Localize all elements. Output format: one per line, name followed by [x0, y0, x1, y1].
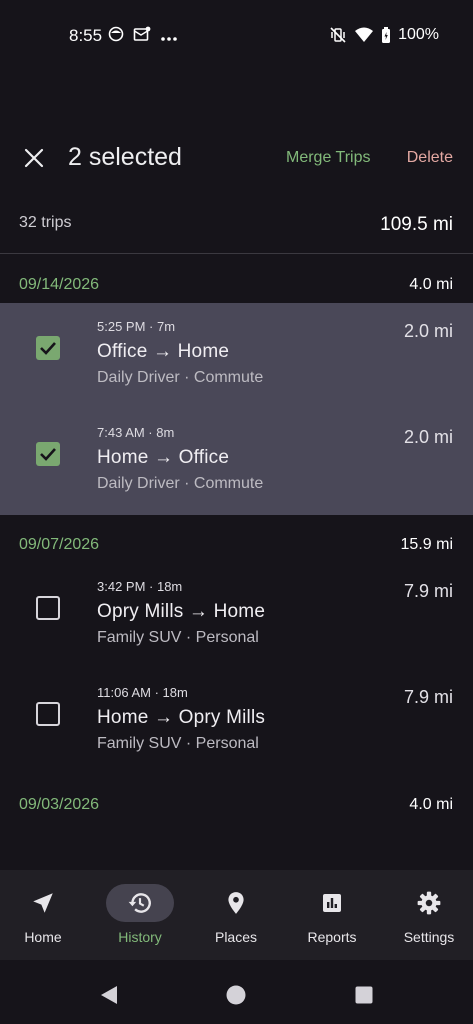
trip-route: Home → Office	[97, 447, 230, 468]
trip-checkbox[interactable]	[36, 336, 60, 360]
recents-square-icon[interactable]	[355, 986, 373, 1004]
trip-time: 3:42 PM · 18m	[97, 579, 183, 594]
trips-summary: 32 trips 109.5 mi	[0, 206, 473, 254]
date-total-miles: 15.9 mi	[400, 536, 453, 553]
trip-miles: 7.9 mi	[403, 687, 453, 707]
close-icon	[24, 148, 44, 168]
date-header: 09/03/2026 4.0 mi	[0, 782, 473, 830]
history-icon	[128, 893, 151, 913]
merge-trips-button[interactable]: Merge Trips	[286, 149, 370, 167]
face-icon	[108, 26, 124, 42]
trip-checkbox[interactable]	[36, 596, 60, 620]
nav-reports[interactable]: Reports	[285, 870, 379, 960]
total-miles: 109.5 mi	[380, 214, 453, 235]
date-total-miles: 4.0 mi	[409, 276, 453, 293]
system-navigation-bar	[0, 960, 473, 1024]
battery-percent: 100%	[398, 26, 439, 43]
status-notification-icons	[108, 26, 178, 42]
date-total-miles: 4.0 mi	[409, 796, 453, 813]
bar-chart-icon	[323, 894, 341, 912]
trip-route: Home → Opry Mills	[97, 707, 266, 728]
nav-home[interactable]: Home	[0, 870, 90, 960]
close-selection-button[interactable]	[18, 142, 50, 174]
trip-time: 5:25 PM · 7m	[97, 319, 176, 334]
date-label: 09/03/2026	[19, 796, 100, 813]
bottom-navigation: Home History Places Reports Settings	[0, 870, 473, 960]
nav-icon-container	[9, 884, 77, 922]
trip-row[interactable]: 7:43 AM · 8m Home → Office Daily Driver …	[0, 409, 473, 515]
trip-vehicle-category: Family SUV · Personal	[97, 735, 259, 752]
back-icon[interactable]	[99, 985, 119, 1005]
check-icon	[40, 342, 56, 355]
nav-label: Places	[214, 929, 258, 945]
mail-icon	[133, 26, 151, 41]
trip-row[interactable]: 3:42 PM · 18m Opry Mills → Home Family S…	[0, 563, 473, 669]
trip-vehicle-category: Daily Driver · Commute	[97, 369, 264, 386]
nav-icon-container	[298, 884, 366, 922]
trip-miles: 2.0 mi	[403, 321, 453, 341]
selected-count-title: 2 selected	[68, 143, 182, 171]
wifi-icon	[355, 27, 374, 42]
trip-checkbox[interactable]	[36, 442, 60, 466]
date-label: 09/07/2026	[19, 536, 100, 553]
home-circle-icon[interactable]	[226, 985, 246, 1005]
nav-icon-container	[202, 884, 270, 922]
trip-vehicle-category: Family SUV · Personal	[97, 629, 259, 646]
delete-button[interactable]: Delete	[407, 149, 453, 167]
battery-icon	[382, 27, 391, 43]
trip-miles: 2.0 mi	[403, 427, 453, 447]
trip-row[interactable]: 5:25 PM · 7m Office → Home Daily Driver …	[0, 303, 473, 409]
status-bar: 8:55 100%	[0, 0, 473, 72]
nav-settings[interactable]: Settings	[382, 870, 473, 960]
trip-vehicle-category: Daily Driver · Commute	[97, 475, 264, 492]
check-icon	[40, 448, 56, 461]
vibrate-off-icon	[330, 27, 346, 43]
trip-checkbox[interactable]	[36, 702, 60, 726]
trip-time: 7:43 AM · 8m	[97, 425, 175, 440]
nav-label: History	[118, 929, 162, 945]
nav-places[interactable]: Places	[189, 870, 283, 960]
nav-label: Settings	[403, 929, 455, 945]
selection-app-bar: 2 selected Merge Trips Delete	[0, 130, 473, 186]
nav-icon-container	[395, 884, 463, 922]
nav-history[interactable]: History	[93, 870, 187, 960]
trip-row[interactable]: 11:06 AM · 18m Home → Opry Mills Family …	[0, 669, 473, 775]
nav-label: Home	[24, 929, 62, 945]
trip-route: Opry Mills → Home	[97, 601, 266, 622]
trip-count: 32 trips	[19, 214, 72, 231]
location-pin-icon	[228, 892, 244, 914]
date-label: 09/14/2026	[19, 276, 100, 293]
nav-icon-container	[106, 884, 174, 922]
trip-time: 11:06 AM · 18m	[97, 685, 188, 700]
trip-route: Office → Home	[97, 341, 230, 362]
gear-icon	[417, 891, 441, 915]
status-system-icons: 100%	[329, 26, 439, 44]
navigation-arrow-icon	[33, 893, 53, 913]
trip-miles: 7.9 mi	[403, 581, 453, 601]
status-time: 8:55	[69, 26, 103, 45]
nav-label: Reports	[307, 929, 357, 945]
more-dots-icon	[161, 37, 177, 41]
